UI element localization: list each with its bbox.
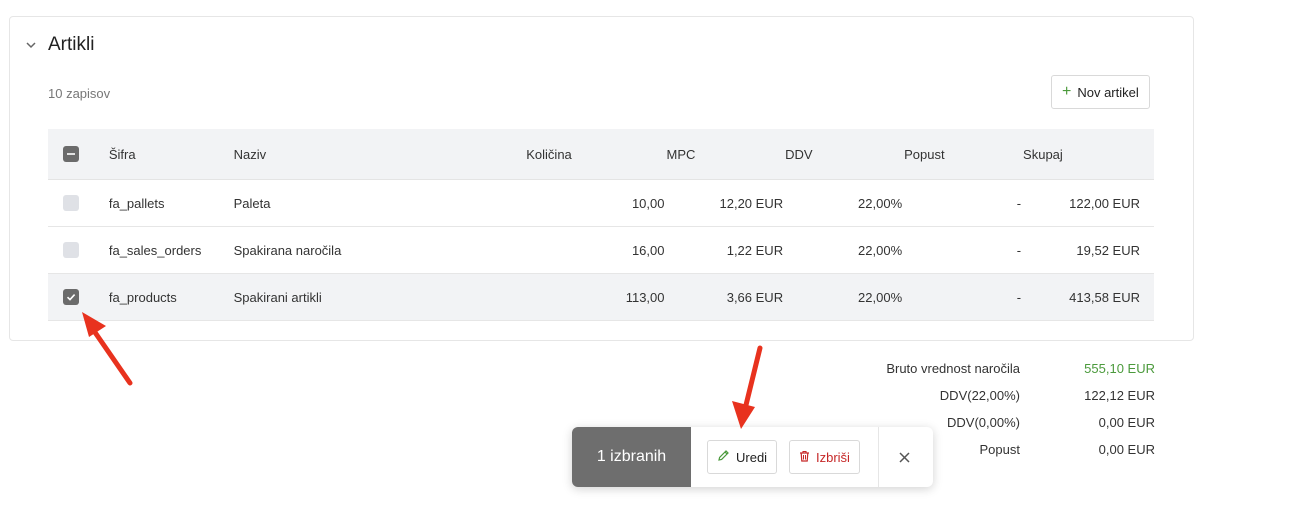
panel-title: Artikli bbox=[48, 34, 95, 55]
divider bbox=[878, 427, 879, 487]
edit-button[interactable]: Uredi bbox=[707, 440, 778, 474]
cell-quantity: 10,00 bbox=[525, 179, 666, 227]
gross-label: Bruto vrednost naročila bbox=[886, 361, 1020, 376]
header-mpc[interactable]: MPC bbox=[665, 129, 785, 180]
cell-ddv: 22,00% bbox=[784, 273, 904, 321]
table-row[interactable]: fa_products Spakirani artikli 113,00 3,6… bbox=[48, 273, 1154, 321]
header-ddv[interactable]: DDV bbox=[784, 129, 904, 180]
select-all-checkbox[interactable] bbox=[63, 146, 79, 162]
gross-value: 555,10 EUR bbox=[1084, 361, 1155, 376]
cell-ddv: 22,00% bbox=[784, 226, 904, 274]
totals-row-gross: Bruto vrednost naročila 555,10 EUR bbox=[830, 355, 1155, 382]
record-count: 10 zapisov bbox=[48, 86, 111, 101]
table-row[interactable]: fa_pallets Paleta 10,00 12,20 EUR 22,00%… bbox=[48, 179, 1154, 227]
discount-value: 0,00 EUR bbox=[1098, 442, 1155, 457]
bulk-action-bar: 1 izbranih Uredi Izbriši bbox=[572, 427, 933, 487]
annotation-arrow-checkbox bbox=[82, 312, 133, 386]
header-discount[interactable]: Popust bbox=[903, 129, 1023, 180]
chevron-down-icon[interactable] bbox=[24, 38, 38, 52]
new-article-button[interactable]: + Nov artikel bbox=[1051, 75, 1150, 109]
cell-mpc: 3,66 EUR bbox=[665, 273, 785, 321]
cell-mpc: 12,20 EUR bbox=[665, 179, 785, 227]
cell-quantity: 113,00 bbox=[525, 273, 666, 321]
cell-code: fa_sales_orders bbox=[107, 226, 233, 274]
cell-discount: - bbox=[903, 179, 1023, 227]
cell-total: 19,52 EUR bbox=[1022, 226, 1154, 274]
delete-label: Izbriši bbox=[816, 449, 850, 465]
header-quantity[interactable]: Količina bbox=[525, 129, 666, 180]
header-total[interactable]: Skupaj bbox=[1022, 129, 1154, 180]
row-checkbox[interactable] bbox=[63, 242, 79, 258]
pencil-icon bbox=[717, 449, 730, 465]
header-code[interactable]: Šifra bbox=[107, 129, 233, 180]
minus-icon bbox=[67, 153, 75, 155]
table-header-row: Šifra Naziv Količina MPC DDV Popust Skup… bbox=[48, 129, 1154, 180]
cell-total: 413,58 EUR bbox=[1022, 273, 1154, 321]
selected-count: 1 izbranih bbox=[572, 427, 691, 487]
cell-ddv: 22,00% bbox=[784, 179, 904, 227]
articles-table: Šifra Naziv Količina MPC DDV Popust Skup… bbox=[48, 129, 1154, 321]
panel-header[interactable]: Artikli bbox=[24, 31, 94, 59]
totals-row-ddv22: DDV(22,00%) 122,12 EUR bbox=[830, 382, 1155, 409]
articles-panel: Artikli 10 zapisov + Nov artikel Šifra N… bbox=[9, 16, 1194, 341]
cell-code: fa_pallets bbox=[107, 179, 233, 227]
header-name[interactable]: Naziv bbox=[232, 129, 526, 180]
cell-mpc: 1,22 EUR bbox=[665, 226, 785, 274]
ddv22-label: DDV(22,00%) bbox=[939, 388, 1020, 403]
cell-discount: - bbox=[903, 273, 1023, 321]
plus-icon: + bbox=[1062, 83, 1072, 100]
cell-total: 122,00 EUR bbox=[1022, 179, 1154, 227]
row-checkbox[interactable] bbox=[63, 195, 79, 211]
row-checkbox[interactable] bbox=[63, 289, 79, 305]
cell-name: Spakirani artikli bbox=[232, 273, 526, 321]
edit-label: Uredi bbox=[736, 449, 768, 465]
cell-discount: - bbox=[903, 226, 1023, 274]
check-icon bbox=[66, 294, 76, 301]
annotation-arrow-edit bbox=[732, 345, 763, 429]
delete-button[interactable]: Izbriši bbox=[789, 440, 860, 474]
table-row[interactable]: fa_sales_orders Spakirana naročila 16,00… bbox=[48, 226, 1154, 274]
ddv22-value: 122,12 EUR bbox=[1084, 388, 1155, 403]
cell-quantity: 16,00 bbox=[525, 226, 666, 274]
ddv0-value: 0,00 EUR bbox=[1098, 415, 1155, 430]
cell-name: Paleta bbox=[232, 179, 526, 227]
cell-name: Spakirana naročila bbox=[232, 226, 526, 274]
trash-icon bbox=[799, 450, 810, 465]
close-icon[interactable] bbox=[894, 447, 914, 467]
new-article-label: Nov artikel bbox=[1077, 84, 1139, 100]
